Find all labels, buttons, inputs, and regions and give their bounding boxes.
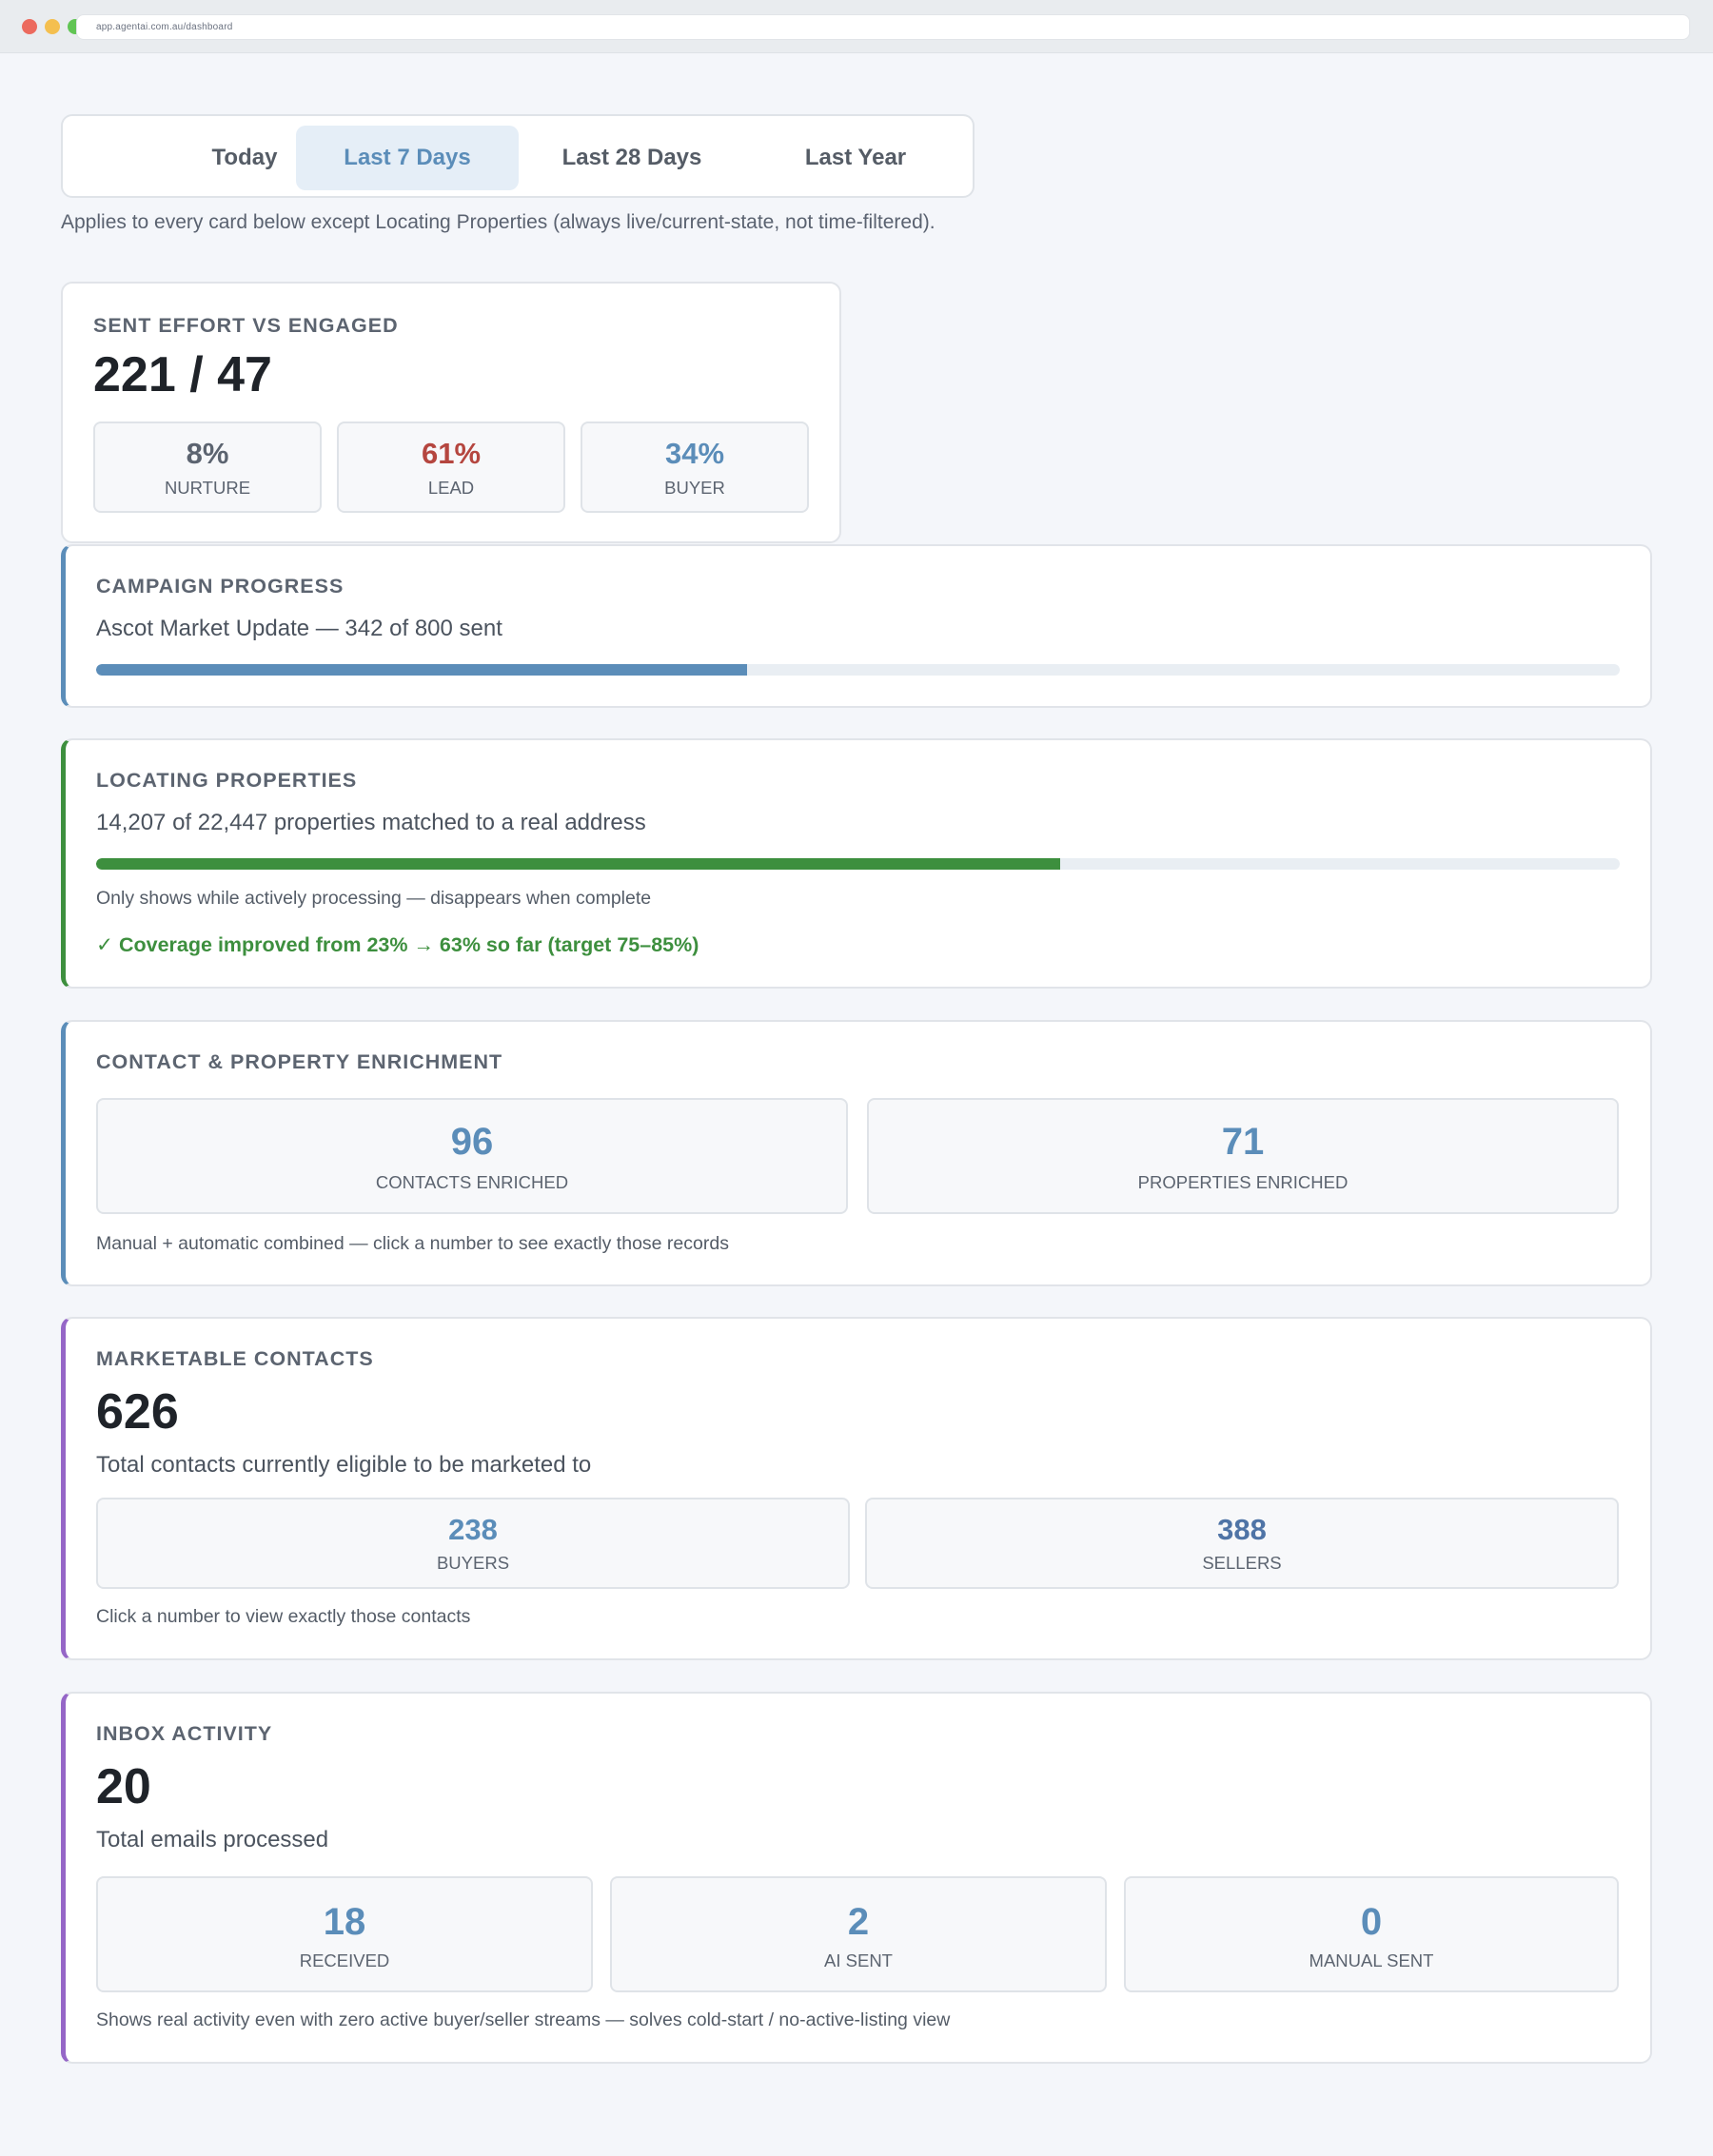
stat-value: 61% <box>421 437 482 470</box>
buyer-stat[interactable]: 34% BUYER <box>581 421 809 513</box>
card-title: INBOX ACTIVITY <box>96 1722 273 1745</box>
stat-value[interactable]: 96 <box>98 1121 846 1164</box>
marketable-contacts-card: MARKETABLE CONTACTS 626 Total contacts c… <box>61 1317 1652 1660</box>
range-note: Applies to every card below except Locat… <box>61 211 935 233</box>
stat-value[interactable]: 238 <box>98 1513 848 1547</box>
card-title: CONTACT & PROPERTY ENRICHMENT <box>96 1050 503 1073</box>
marketable-subtitle: Total contacts currently eligible to be … <box>96 1452 592 1478</box>
stat-value: 8% <box>186 437 229 470</box>
sent-engaged-value: 221 / 47 <box>93 347 272 402</box>
buyers-stat[interactable]: 238 BUYERS <box>96 1498 850 1589</box>
stat-label: BUYER <box>664 478 725 498</box>
stat-label: AI SENT <box>824 1950 893 1970</box>
stat-label: MANUAL SENT <box>1309 1950 1434 1970</box>
sent-effort-card: SENT EFFORT VS ENGAGED 221 / 47 8% NURTU… <box>61 282 841 543</box>
card-title: SENT EFFORT VS ENGAGED <box>93 314 399 337</box>
stat-value[interactable]: 2 <box>612 1901 1105 1944</box>
locating-progress-bar <box>96 858 1620 870</box>
inbox-note: Shows real activity even with zero activ… <box>96 2009 951 2030</box>
inbox-activity-card: INBOX ACTIVITY 20 Total emails processed… <box>61 1692 1652 2064</box>
sellers-stat[interactable]: 388 SELLERS <box>865 1498 1619 1589</box>
locating-properties-card: LOCATING PROPERTIES 14,207 of 22,447 pro… <box>61 738 1652 989</box>
marketable-total: 626 <box>96 1384 179 1440</box>
inbox-subtitle: Total emails processed <box>96 1827 329 1852</box>
locating-progress-fill <box>96 858 1061 870</box>
campaign-progress-card: CAMPAIGN PROGRESS Ascot Market Update — … <box>61 544 1652 708</box>
manual-sent-stat[interactable]: 0 MANUAL SENT <box>1124 1876 1619 1992</box>
marketable-note: Click a number to view exactly those con… <box>96 1606 471 1627</box>
stat-label: PROPERTIES ENRICHED <box>1137 1172 1349 1192</box>
stat-label: LEAD <box>427 478 475 498</box>
lead-stat[interactable]: 61% LEAD <box>337 421 565 513</box>
nurture-stat[interactable]: 8% NURTURE <box>93 421 322 513</box>
ai-sent-stat[interactable]: 2 AI SENT <box>610 1876 1107 1992</box>
stat-value: 34% <box>664 437 725 470</box>
tab-last-year[interactable]: Last Year <box>744 126 967 190</box>
campaign-subtitle: Ascot Market Update — 342 of 800 sent <box>96 616 502 641</box>
enrichment-card: CONTACT & PROPERTY ENRICHMENT 96 CONTACT… <box>61 1020 1652 1286</box>
stat-label: BUYERS <box>436 1553 510 1573</box>
stat-label: NURTURE <box>164 478 251 498</box>
url-bar[interactable]: app.agentai.com.au/dashboard <box>76 14 1690 40</box>
campaign-progress-bar <box>96 664 1620 676</box>
campaign-progress-fill <box>96 664 748 676</box>
coverage-improvement: ✓ Coverage improved from 23% → 63% so fa… <box>96 933 699 956</box>
contacts-enriched-stat[interactable]: 96 CONTACTS ENRICHED <box>96 1098 848 1214</box>
card-title: MARKETABLE CONTACTS <box>96 1347 374 1370</box>
card-title: LOCATING PROPERTIES <box>96 769 358 792</box>
stat-label: CONTACTS ENRICHED <box>375 1172 569 1192</box>
stat-label: SELLERS <box>1202 1553 1282 1573</box>
stat-value[interactable]: 388 <box>867 1513 1617 1547</box>
tab-last-7-days[interactable]: Last 7 Days <box>296 126 519 190</box>
stat-value[interactable]: 0 <box>1126 1901 1617 1944</box>
properties-enriched-stat[interactable]: 71 PROPERTIES ENRICHED <box>867 1098 1619 1214</box>
enrichment-note: Manual + automatic combined — click a nu… <box>96 1233 729 1254</box>
stat-value[interactable]: 18 <box>98 1901 591 1944</box>
received-stat[interactable]: 18 RECEIVED <box>96 1876 593 1992</box>
stat-label: RECEIVED <box>299 1950 390 1970</box>
date-range-selector: Today Last 7 Days Last 28 Days Last Year <box>61 114 975 198</box>
browser-chrome: app.agentai.com.au/dashboard <box>0 0 1713 53</box>
window-minimize-dot[interactable] <box>45 19 60 34</box>
card-title: CAMPAIGN PROGRESS <box>96 575 345 598</box>
locating-note: Only shows while actively processing — d… <box>96 888 652 909</box>
stat-value[interactable]: 71 <box>869 1121 1617 1164</box>
window-close-dot[interactable] <box>22 19 37 34</box>
locating-subtitle: 14,207 of 22,447 properties matched to a… <box>96 810 646 835</box>
tab-last-28-days[interactable]: Last 28 Days <box>521 126 743 190</box>
inbox-total: 20 <box>96 1759 151 1814</box>
